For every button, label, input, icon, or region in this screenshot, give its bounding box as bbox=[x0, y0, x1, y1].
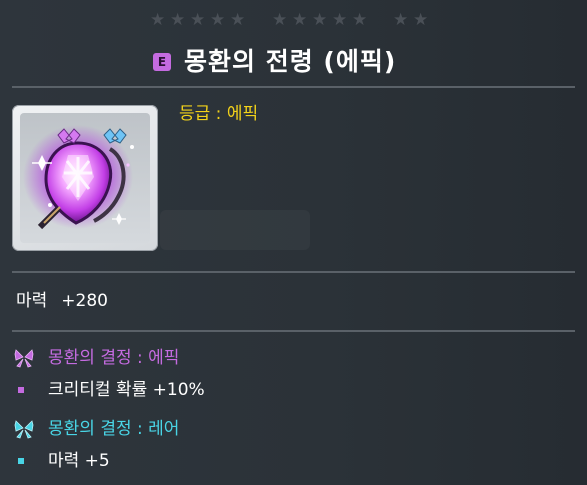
cyan-butterfly-icon bbox=[14, 420, 34, 439]
star-icon: ★ bbox=[413, 10, 429, 30]
star-icon: ★ bbox=[312, 10, 328, 30]
star-icon: ★ bbox=[150, 10, 166, 30]
stat-label: 마력 bbox=[16, 291, 48, 311]
star-icon: ★ bbox=[272, 10, 288, 30]
dreamy-herald-heart-icon bbox=[23, 125, 134, 230]
stat-row: 마력 +280 bbox=[16, 289, 108, 313]
stat-value: +280 bbox=[61, 291, 108, 311]
star-icon: ★ bbox=[210, 10, 226, 30]
star-icon: ★ bbox=[190, 10, 206, 30]
star-icon: ★ bbox=[393, 10, 409, 30]
epic-rank-badge: E bbox=[153, 53, 171, 71]
divider bbox=[12, 86, 575, 88]
rare-potential-value: 마력 +5 bbox=[48, 451, 110, 471]
item-grade: 등급 : 에픽 bbox=[179, 104, 259, 124]
purple-butterfly-icon bbox=[14, 349, 34, 368]
epic-potential-value: 크리티컬 확률 +10% bbox=[48, 380, 205, 400]
star-icon: ★ bbox=[292, 10, 308, 30]
item-icon-frame[interactable] bbox=[12, 105, 158, 251]
rare-potential-title: 몽환의 결정 : 레어 bbox=[48, 419, 180, 439]
star-icon: ★ bbox=[352, 10, 368, 30]
divider bbox=[12, 330, 575, 332]
bullet-icon bbox=[18, 387, 24, 393]
star-icon: ★ bbox=[170, 10, 186, 30]
divider bbox=[12, 271, 575, 273]
star-icon: ★ bbox=[230, 10, 246, 30]
item-title-row: E 몽환의 전령 (에픽) bbox=[0, 45, 587, 79]
bullet-icon bbox=[18, 458, 24, 464]
item-title: 몽환의 전령 (에픽) bbox=[184, 47, 397, 76]
item-icon-slot bbox=[20, 113, 150, 243]
background-panel bbox=[160, 210, 310, 250]
epic-potential-title: 몽환의 결정 : 에픽 bbox=[48, 348, 180, 368]
star-force-row: ★ ★ ★ ★ ★ ★ ★ ★ ★ ★ ★ ★ bbox=[0, 10, 587, 30]
star-icon: ★ bbox=[332, 10, 348, 30]
